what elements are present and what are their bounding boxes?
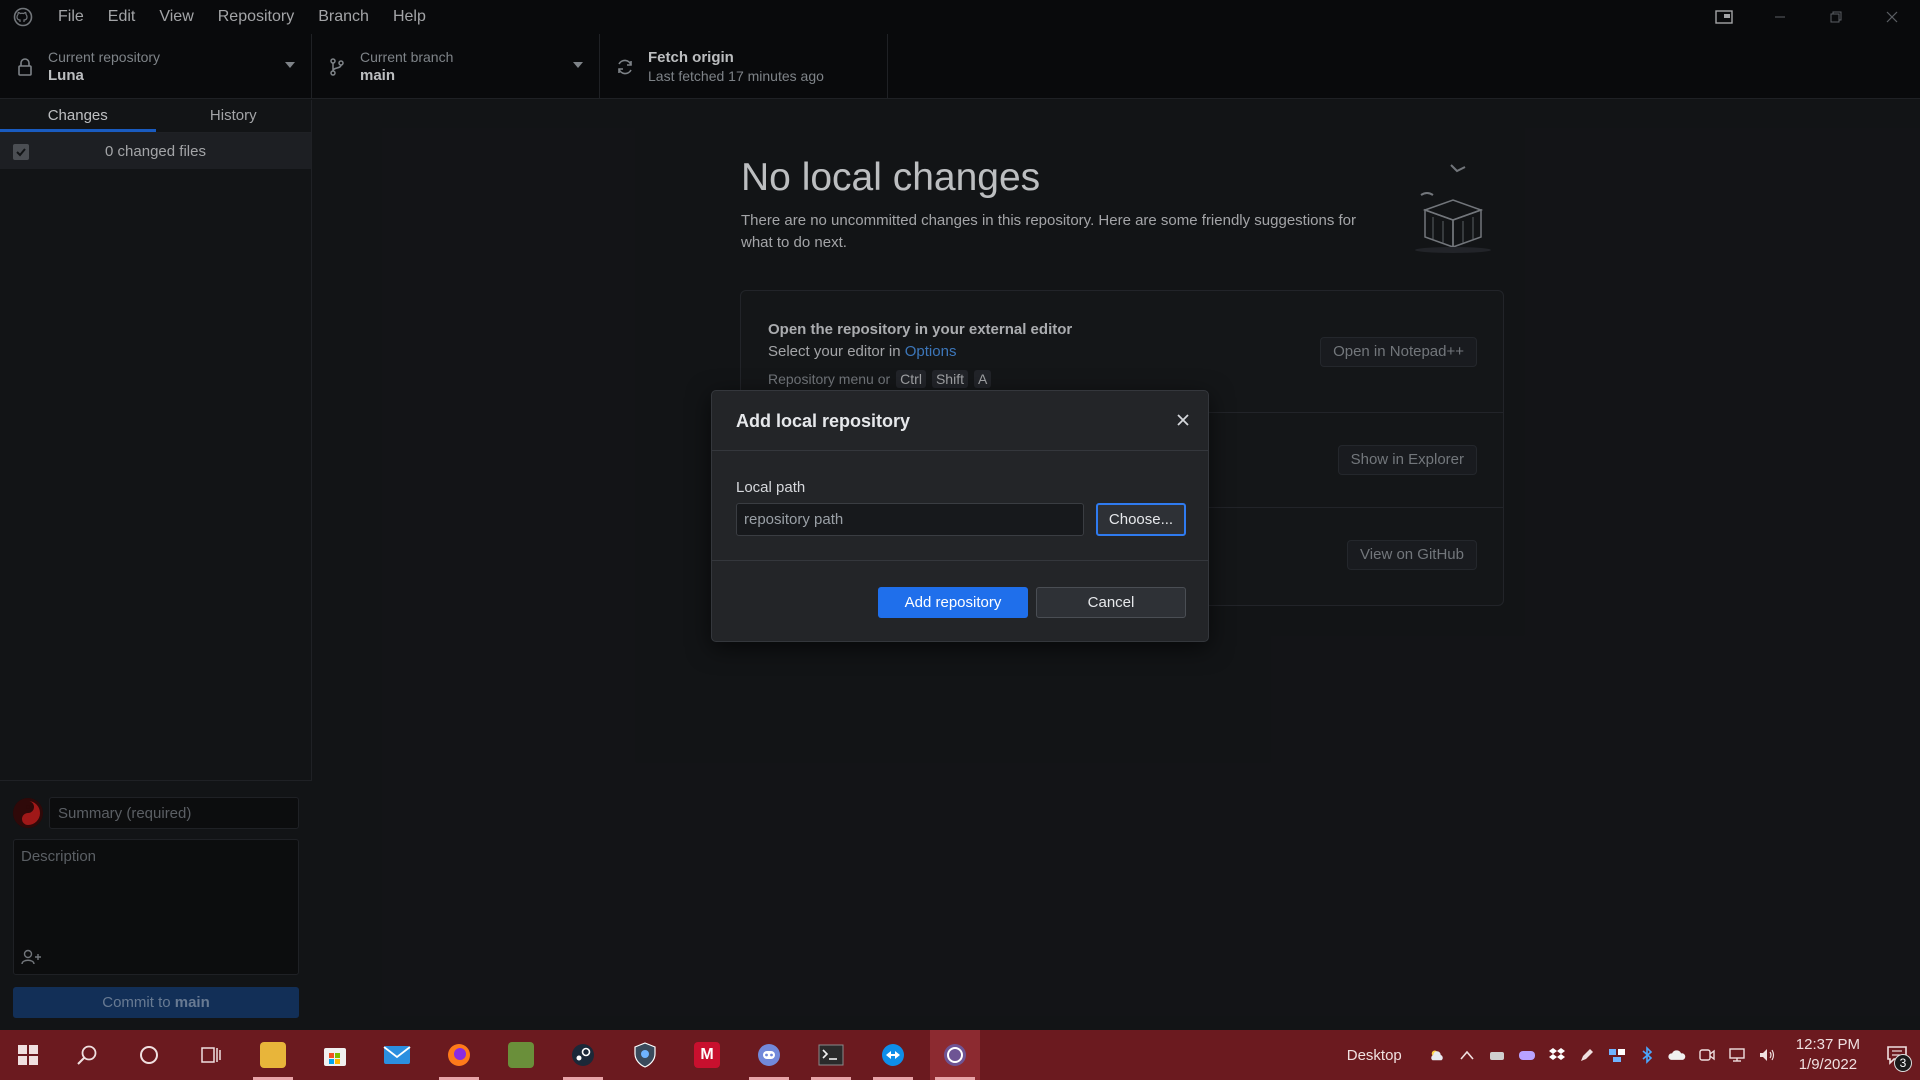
terminal-icon[interactable] [806,1030,856,1080]
dialog-title: Add local repository [736,411,911,431]
start-button[interactable] [0,1030,56,1080]
steam-icon[interactable] [558,1030,608,1080]
clock[interactable]: 12:37 PM 1/9/2022 [1796,1035,1860,1075]
desktop-toolbar-label[interactable]: Desktop [1347,1047,1402,1064]
clock-date: 1/9/2022 [1798,1056,1858,1073]
cancel-button[interactable]: Cancel [1036,587,1186,618]
local-path-input[interactable] [736,503,1084,536]
github-desktop-icon[interactable] [930,1030,980,1080]
close-icon[interactable] [1174,411,1192,429]
system-tray: Desktop 12:37 PM 1/9/2022 3 [1347,1030,1920,1080]
pen-icon[interactable] [1578,1046,1596,1064]
clock-time: 12:37 PM [1795,1036,1860,1053]
dropbox-icon[interactable] [1548,1046,1566,1064]
add-local-repository-dialog: Add local repository Local path Choose..… [711,390,1209,642]
local-path-label: Local path [736,479,806,496]
onedrive-icon[interactable] [1668,1046,1686,1064]
dialog-header: Add local repository [712,391,1208,451]
dialog-footer: Add repository Cancel [712,561,1208,641]
notification-count-badge: 3 [1894,1054,1912,1072]
mail-icon[interactable] [372,1030,422,1080]
search-icon[interactable] [62,1030,112,1080]
cortana-icon[interactable] [124,1030,174,1080]
discord-icon[interactable] [744,1030,794,1080]
chevron-up-icon[interactable] [1458,1046,1476,1064]
choose-button[interactable]: Choose... [1096,503,1186,536]
store-icon[interactable] [310,1030,360,1080]
mcafee-icon[interactable]: M [682,1030,732,1080]
bluetooth-icon[interactable] [1638,1046,1656,1064]
teamviewer-icon[interactable] [868,1030,918,1080]
add-repository-button[interactable]: Add repository [878,587,1028,618]
weather-icon[interactable] [1428,1046,1446,1064]
task-view-icon[interactable] [186,1030,236,1080]
meet-now-icon[interactable] [1698,1046,1716,1064]
network-icon[interactable] [1728,1046,1746,1064]
tray-app-icon[interactable] [1488,1046,1506,1064]
volume-icon[interactable] [1758,1046,1776,1064]
gamepad-icon[interactable] [1518,1046,1536,1064]
windows-taskbar: M Desktop 12:37 PM 1/9/2022 3 [0,1030,1920,1080]
file-explorer-icon[interactable] [248,1030,298,1080]
network-share-icon[interactable] [1608,1046,1626,1064]
firefox-icon[interactable] [434,1030,484,1080]
dialog-body: Local path Choose... [712,451,1208,561]
minecraft-icon[interactable] [496,1030,546,1080]
security-shield-icon[interactable] [620,1030,670,1080]
action-center-icon[interactable]: 3 [1874,1030,1920,1080]
